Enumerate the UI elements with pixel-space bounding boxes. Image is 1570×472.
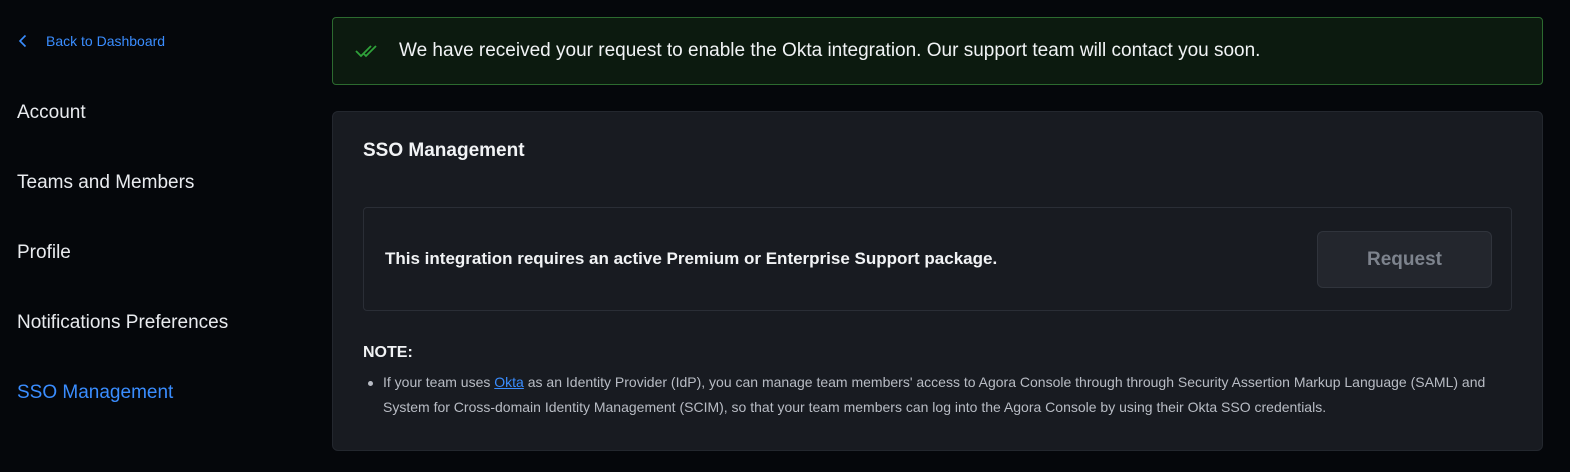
chevron-left-icon <box>18 31 34 51</box>
sidebar-item-teams-and-members[interactable]: Teams and Members <box>17 172 194 194</box>
note-suffix: as an Identity Provider (IdP), you can m… <box>383 374 1486 415</box>
back-to-dashboard-link[interactable]: Back to Dashboard <box>18 31 165 51</box>
requirement-box: This integration requires an active Prem… <box>363 207 1512 311</box>
sso-management-card: SSO Management This integration requires… <box>332 111 1543 451</box>
card-title: SSO Management <box>363 140 525 161</box>
note-title: NOTE: <box>363 344 413 361</box>
settings-page: Back to Dashboard Account Teams and Memb… <box>0 0 1570 472</box>
okta-link[interactable]: Okta <box>494 374 524 390</box>
back-link-label: Back to Dashboard <box>46 33 166 49</box>
alert-message: We have received your request to enable … <box>399 40 1261 61</box>
double-check-icon <box>355 41 383 61</box>
request-button[interactable]: Request <box>1317 231 1492 288</box>
sidebar-item-sso-management[interactable]: SSO Management <box>17 382 173 404</box>
sidebar-item-account[interactable]: Account <box>17 102 86 124</box>
note-prefix: If your team uses <box>383 374 495 390</box>
note-list: If your team uses Okta as an Identity Pr… <box>363 370 1493 420</box>
requirement-text: This integration requires an active Prem… <box>385 249 998 268</box>
sidebar: Back to Dashboard Account Teams and Memb… <box>0 0 320 472</box>
sidebar-item-profile[interactable]: Profile <box>17 242 71 264</box>
sidebar-item-notifications-preferences[interactable]: Notifications Preferences <box>17 312 228 334</box>
note-item: If your team uses Okta as an Identity Pr… <box>363 370 1493 420</box>
success-alert: We have received your request to enable … <box>332 17 1543 85</box>
